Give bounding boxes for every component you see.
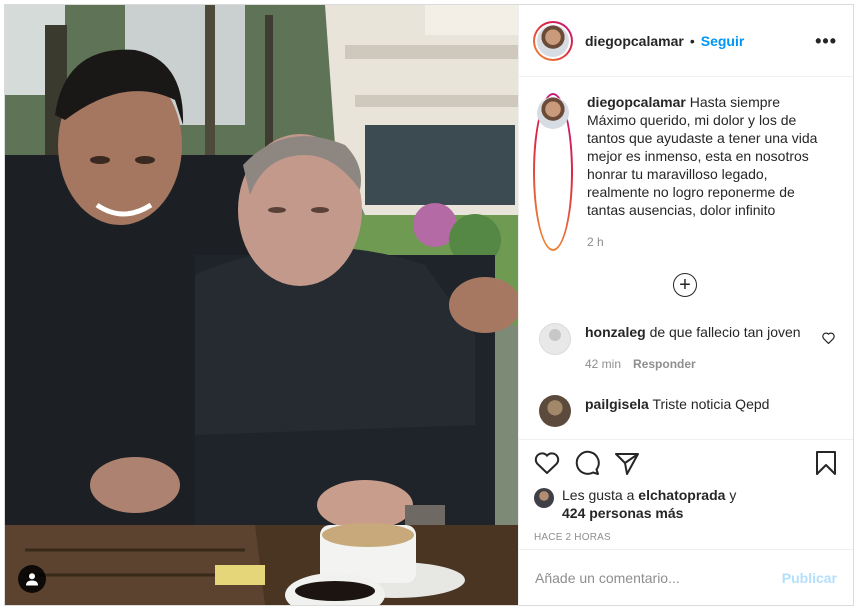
heart-icon[interactable] (534, 451, 560, 475)
comment-meta: 42 min Responder (585, 355, 815, 373)
post-caption: diegopcalamar Hasta siempre Máximo queri… (533, 93, 837, 251)
caption-username[interactable]: diegopcalamar (587, 94, 686, 110)
publish-button[interactable]: Publicar (782, 570, 837, 586)
comment-username[interactable]: pailgisela (585, 396, 649, 412)
commenter-avatar[interactable] (539, 323, 571, 355)
post-photo[interactable] (5, 5, 518, 605)
post-actions: Les gusta a elchatoprada y 424 personas … (519, 439, 853, 549)
caption-time[interactable]: 2 h (587, 233, 817, 251)
caption-author-avatar[interactable] (533, 93, 573, 251)
comments-list[interactable]: diegopcalamar Hasta siempre Máximo queri… (519, 77, 853, 439)
likes-connector: y (729, 487, 737, 503)
post-header: diegopcalamar • Seguir ••• (519, 5, 853, 77)
comment-text: Triste noticia Qepd (652, 396, 770, 412)
liker-username[interactable]: elchatoprada (638, 487, 725, 503)
caption-avatar-image (537, 97, 569, 129)
author-username[interactable]: diegopcalamar (585, 33, 684, 49)
comment-body: honzaleg de que fallecio tan joven 42 mi… (585, 323, 815, 373)
action-icons (534, 450, 837, 476)
post-timestamp[interactable]: HACE 2 HORAS (534, 532, 837, 543)
comment-time[interactable]: 42 min (585, 355, 621, 373)
post-side-panel: diegopcalamar • Seguir ••• diegopcalamar… (518, 5, 853, 605)
comment-item: pailgisela Triste noticia Qepd (533, 395, 837, 427)
plus-circle-icon[interactable]: + (673, 273, 697, 297)
likes-summary: Les gusta a elchatoprada y 424 personas … (534, 486, 837, 522)
reply-button[interactable]: Responder (633, 355, 696, 373)
follow-button[interactable]: Seguir (701, 33, 745, 49)
person-icon (26, 573, 38, 586)
liker-avatar[interactable] (534, 488, 554, 508)
caption-body: diegopcalamar Hasta siempre Máximo queri… (587, 93, 817, 251)
comment-body: pailgisela Triste noticia Qepd (585, 395, 815, 427)
share-icon[interactable] (614, 451, 640, 475)
load-more-comments: + (533, 273, 837, 297)
comment-like-heart-icon[interactable] (822, 331, 835, 347)
comment-icon[interactable] (574, 450, 600, 476)
likes-count[interactable]: 424 personas más (562, 505, 683, 521)
comment-item: honzaleg de que fallecio tan joven 42 mi… (533, 323, 837, 373)
photo-scene (5, 5, 518, 605)
comment-text: de que fallecio tan joven (649, 324, 801, 340)
add-comment-bar: Publicar (519, 549, 853, 605)
likes-text: Les gusta a elchatoprada y 424 personas … (562, 486, 736, 522)
author-avatar-image (537, 24, 569, 57)
caption-text: Hasta siempre Máximo querido, mi dolor y… (587, 94, 818, 218)
more-options-icon[interactable]: ••• (815, 32, 837, 50)
author-avatar[interactable] (533, 20, 573, 61)
bookmark-icon[interactable] (815, 450, 837, 476)
user-tag-icon[interactable] (18, 565, 46, 593)
separator-dot: • (689, 32, 695, 49)
likes-prefix: Les gusta a (562, 487, 635, 503)
comment-username[interactable]: honzaleg (585, 324, 646, 340)
comment-input[interactable] (535, 569, 782, 586)
commenter-avatar[interactable] (539, 395, 571, 427)
instagram-post: diegopcalamar • Seguir ••• diegopcalamar… (4, 4, 854, 606)
